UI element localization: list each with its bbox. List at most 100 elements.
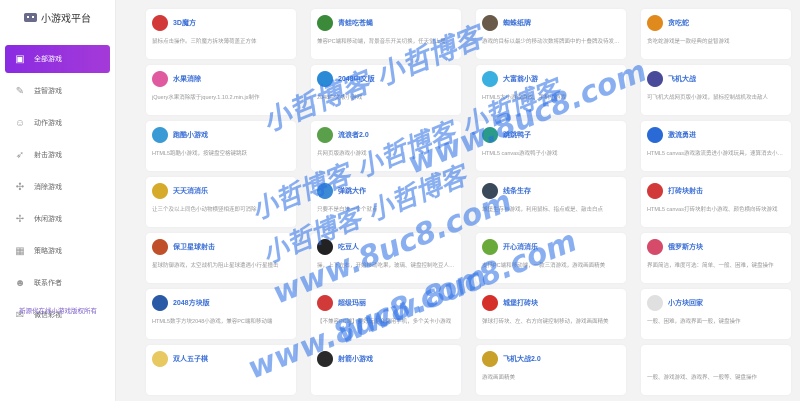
game-thumbnail-icon [152,239,168,255]
game-title[interactable]: 小方块回家 [668,298,703,308]
sidebar-item[interactable]: ✢ 休闲游戏 [0,205,115,233]
game-title[interactable]: 双人五子棋 [173,354,208,364]
game-thumbnail-icon [317,295,333,311]
game-description: 【不兼容PC端】要好玩能会使用手机，多个关卡小游戏 [317,319,452,325]
sidebar-item-label: 全部游戏 [34,56,62,63]
game-card-header: 跳跳鸭子 [482,126,620,144]
game-description: 让三个及以上同色小动物横竖相连即可消除 [152,207,257,213]
game-title[interactable]: 开心消消乐 [503,242,538,252]
game-card-header: 3D魔方 [152,14,290,32]
sidebar-item[interactable]: ☺ 动作游戏 [0,109,115,137]
game-card[interactable]: 弹跳大作只要不是白块一个个就点 [311,177,461,227]
game-title[interactable]: 俄罗斯方块 [668,242,703,252]
game-card[interactable]: 跳跳鸭子 HTML5 canvas游戏鸭子小游戏 [476,121,626,171]
game-title[interactable]: 飞机大战2.0 [503,354,541,364]
game-card[interactable]: 激流勇进 HTML5 canvas游戏激流勇进小游戏玩具，速算消去小游戏 [641,121,791,171]
game-card-header: 跑酷小游戏 [152,126,290,144]
game-card[interactable]: 天天消消乐让三个及以上同色小动物横竖相连即可消除 [146,177,296,227]
brand-title: 小游戏平台 [41,13,91,25]
game-card-header: 射箭小游戏 [317,350,455,368]
graduation-cap-icon: ✎ [15,85,25,97]
game-card[interactable]: 超级玛丽【不兼容PC端】要好玩能会使用手机，多个关卡小游戏 [311,289,461,339]
game-card[interactable]: 跑酷小游戏 HTML5跑酷小游戏，按键盘空格键跳跃 [146,121,296,171]
game-card[interactable]: 飞机大战2.0 游戏画面精美 [476,345,626,395]
game-title[interactable]: 流浪者2.0 [338,130,369,140]
sidebar-item[interactable]: ✣ 消除游戏 [0,173,115,201]
game-title[interactable]: 打砖块射击 [668,186,703,196]
game-card-header: 打砖块射击 [647,182,785,200]
game-card[interactable]: 水果消除 jQuery水果消除版于jquery.1.10.2.min.js制作 [146,65,296,115]
game-description: HTML5大小游戏游戏、手机小游戏 [482,95,567,101]
sidebar-item-label: 益智游戏 [34,88,62,95]
game-thumbnail-icon [482,15,498,31]
game-card[interactable]: 俄罗斯方块 界面简洁，难度可选：简单、一般、困难，键盘操作 [641,233,791,283]
sidebar-item-label: 休闲游戏 [34,216,62,223]
game-title[interactable]: 大富翁小游 [503,74,538,84]
game-thumbnail-icon [482,183,498,199]
game-card[interactable]: 流浪者2.0 兵网页版游戏小游戏 [311,121,461,171]
game-card[interactable]: 双人五子棋 [146,345,296,395]
game-title[interactable]: 保卫星球射击 [173,242,215,252]
game-title[interactable]: 射箭小游戏 [338,354,373,364]
game-thumbnail-icon [647,15,663,31]
cubes-icon: ▦ [15,245,25,257]
game-card[interactable]: 大富翁小游 HTML5大小游戏游戏、手机小游戏 [476,65,626,115]
game-card[interactable]: 2048中文版 2048中文版小游戏 [311,65,461,115]
footer-copyright-link[interactable]: 新源代在线小游戏版权所有 [0,305,116,315]
game-card[interactable]: 小方块回家 一般、困难，游戏界面一般，键盘操作 [641,289,791,339]
game-card[interactable]: 开心消消乐 支持PC端和移动端，一款三消游戏，游戏画面精美 [476,233,626,283]
game-description: 游戏的目标以最少的移动次数将牌面中的十叠牌及待发的五组 [482,39,620,45]
sidebar-item[interactable]: ✎ 益智游戏 [0,77,115,105]
game-title[interactable]: 贪吃蛇 [668,18,689,28]
game-card[interactable]: 飞机大战 可飞机大战网页版小游戏，鼠标控制战机攻击敌人 [641,65,791,115]
game-title[interactable]: 天天消消乐 [173,186,208,196]
game-card[interactable]: 青蛙吃苍蝇兼容PC端和移动端，背景音乐开关切换，任天堂上周神背景 [311,9,461,59]
game-thumbnail-icon [317,127,333,143]
game-card-header: 天天消消乐 [152,182,290,200]
game-card-header: 流浪者2.0 [317,126,455,144]
game-card[interactable]: 2048方块版 HTML5数字方块2048小游戏，兼容PC端和移动端 [146,289,296,339]
game-title[interactable]: 水果消除 [173,74,201,84]
game-title[interactable]: 青蛙吃苍蝇 [338,18,373,28]
sidebar-item[interactable]: ▦ 策略游戏 [0,237,115,265]
game-card[interactable]: 贪吃蛇 贪吃蛇游戏是一款经典的益智游戏 [641,9,791,59]
game-card-header: 弹跳大作 [317,182,455,200]
sidebar-item[interactable]: ➶ 射击游戏 [0,141,115,169]
game-card[interactable]: 城堡打砖块 弹球打砖块、左、右方向键控制移动，游戏画面精美 [476,289,626,339]
game-card[interactable]: 3D魔方 鼠标点击操作。三阶魔方拆块薄荷盖正方体 [146,9,296,59]
game-card[interactable]: 射箭小游戏 [311,345,461,395]
sidebar-item[interactable]: ▣ 全部游戏 [5,45,110,73]
game-card-header: 超级玛丽 [317,294,455,312]
game-card[interactable]: 打砖块射击 HTML5 canvas打砖块射击小游戏、颜色横向砖块游戏 [641,177,791,227]
game-title[interactable]: 2048中文版 [338,74,375,84]
game-title[interactable]: 激流勇进 [668,130,696,140]
game-description: 一般、游戏游戏、游戏界、一般等、键盘操作 [647,375,758,381]
game-card-header: 2048中文版 [317,70,455,88]
game-description: HTML5跑酷小游戏，按键盘空格键跳跃 [152,151,248,157]
brand[interactable]: 小游戏平台 [0,0,115,34]
compass-icon: ✢ [15,213,25,225]
sidebar-item[interactable]: ☻ 联系作者 [0,269,115,297]
game-title[interactable]: 2048方块版 [173,298,210,308]
game-card[interactable]: 蜘蛛纸牌游戏的目标以最少的移动次数将牌面中的十叠牌及待发的五组 [476,9,626,59]
game-card[interactable]: 一般、游戏游戏、游戏界、一般等、键盘操作 [641,345,791,395]
game-title[interactable]: 吃豆人 [338,242,359,252]
game-thumbnail-icon [152,71,168,87]
game-card[interactable]: 吃豆人 操，上下左右，开始移动吃果，玻璃、键盘控制吃豆人游戏 [311,233,461,283]
game-title[interactable]: 跑酷小游戏 [173,130,208,140]
game-title[interactable]: 线条生存 [503,186,531,196]
game-description: 兼容PC端和移动端，背景音乐开关切换，任天堂上周神背景 [317,39,455,45]
game-thumbnail-icon [482,127,498,143]
game-card[interactable]: 线条生存 城堡生存与游戏，利用鼠标、指点或是、敲击白点 [476,177,626,227]
game-title[interactable]: 弹跳大作 [338,186,366,196]
game-title[interactable]: 城堡打砖块 [503,298,538,308]
game-thumbnail-icon [152,183,168,199]
game-card[interactable]: 保卫星球射击 星球防御游戏，太空战机为阻止星球遭遇小行星撞击 [146,233,296,283]
game-title[interactable]: 飞机大战 [668,74,696,84]
game-title[interactable]: 跳跳鸭子 [503,130,531,140]
game-title[interactable]: 3D魔方 [173,18,196,28]
game-title[interactable]: 蜘蛛纸牌 [503,18,531,28]
game-title[interactable]: 超级玛丽 [338,298,366,308]
game-thumbnail-icon [317,183,333,199]
game-description: 只要不是白块一个个就点 [317,207,378,213]
